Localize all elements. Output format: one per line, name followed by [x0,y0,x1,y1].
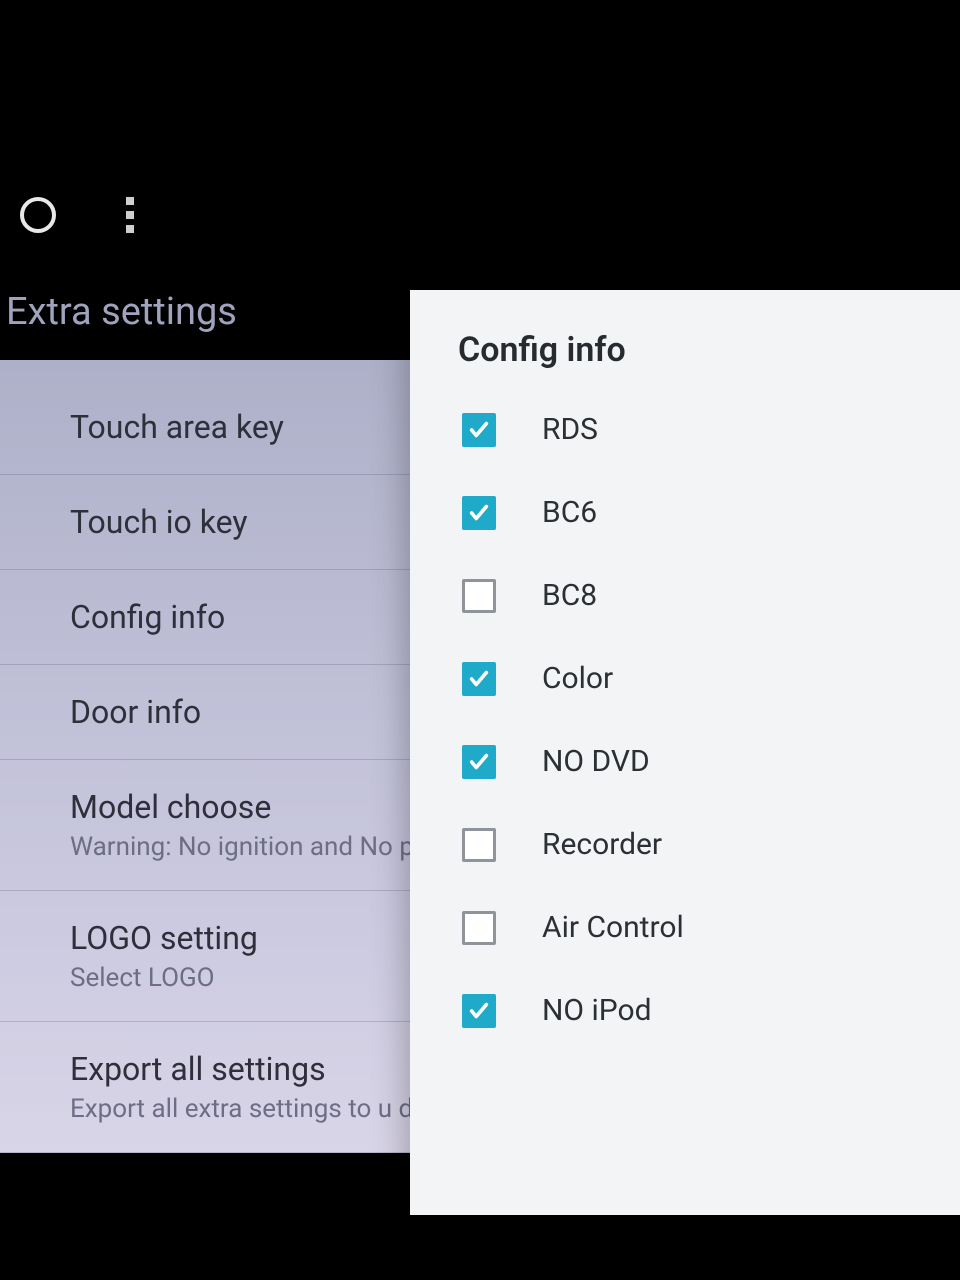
checkbox-icon[interactable] [462,579,496,613]
dialog-option[interactable]: NO DVD [410,720,960,803]
recent-apps-icon[interactable] [126,197,134,233]
checkbox-icon[interactable] [462,496,496,530]
nav-bar [0,180,960,250]
option-label: RDS [542,412,598,447]
dialog-option[interactable]: NO iPod [410,969,960,1052]
dialog-option[interactable]: Air Control [410,886,960,969]
checkbox-icon[interactable] [462,745,496,779]
option-label: NO DVD [542,744,650,779]
checkbox-icon[interactable] [462,911,496,945]
dialog-option[interactable]: RDS [410,388,960,471]
option-label: Air Control [542,910,684,945]
dialog-option[interactable]: Color [410,637,960,720]
dialog-option[interactable]: BC8 [410,554,960,637]
config-info-dialog: Config info RDS BC6 BC8 Color NO DVD Recorder… [410,290,960,1215]
page-title: Extra settings [0,290,237,334]
dialog-title: Config info [410,330,960,388]
home-icon[interactable] [20,197,56,233]
option-label: Color [542,661,613,696]
dialog-option[interactable]: Recorder [410,803,960,886]
dialog-option[interactable]: BC6 [410,471,960,554]
option-label: NO iPod [542,993,652,1028]
checkbox-icon[interactable] [462,662,496,696]
option-label: BC8 [542,578,597,613]
option-label: BC6 [542,495,597,530]
option-label: Recorder [542,827,662,862]
checkbox-icon[interactable] [462,828,496,862]
checkbox-icon[interactable] [462,413,496,447]
dialog-option-list: RDS BC6 BC8 Color NO DVD Recorder Air Control N… [410,388,960,1052]
checkbox-icon[interactable] [462,994,496,1028]
